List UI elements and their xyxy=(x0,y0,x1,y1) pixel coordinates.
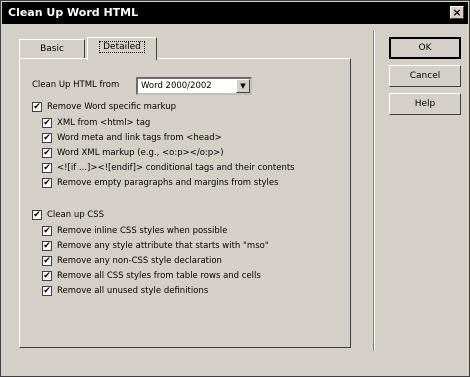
empty-paragraphs-label: Remove empty paragraphs and margins from… xyxy=(57,178,279,188)
remove-inline-css-checkbox[interactable]: ✔ Remove inline CSS styles when possible xyxy=(42,225,227,238)
checkmark-icon[interactable]: ✔ xyxy=(42,256,52,266)
checkmark-icon[interactable]: ✔ xyxy=(32,210,42,220)
remove-non-css-label: Remove any non-CSS style declaration xyxy=(57,256,222,266)
remove-mso-style-checkbox[interactable]: ✔ Remove any style attribute that starts … xyxy=(42,240,269,253)
remove-inline-css-label: Remove inline CSS styles when possible xyxy=(57,226,228,236)
checkmark-icon[interactable]: ✔ xyxy=(32,102,42,112)
help-button[interactable]: Help xyxy=(389,93,461,115)
separator xyxy=(373,31,375,351)
chevron-down-icon[interactable]: ▼ xyxy=(236,79,250,93)
checkmark-icon[interactable]: ✔ xyxy=(42,163,52,173)
word-version-value: Word 2000/2002 xyxy=(141,81,212,91)
remove-unused-styles-checkbox[interactable]: ✔ Remove all unused style definitions xyxy=(42,285,208,298)
clean-up-css-label: Clean up CSS xyxy=(47,210,105,220)
word-xml-markup-checkbox[interactable]: ✔ Word XML markup (e.g., <o:p></o:p>) xyxy=(42,147,224,160)
conditional-tags-checkbox[interactable]: ✔ <![if ...]><![endif]> conditional tags … xyxy=(42,162,295,175)
word-meta-link-label: Word meta and link tags from <head> xyxy=(57,133,222,143)
xml-from-html-label: XML from <html> tag xyxy=(57,118,151,128)
dialog-title: Clean Up Word HTML xyxy=(8,6,139,19)
remove-non-css-checkbox[interactable]: ✔ Remove any non-CSS style declaration xyxy=(42,255,222,268)
checkmark-icon[interactable]: ✔ xyxy=(42,286,52,296)
close-icon[interactable]: × xyxy=(450,6,464,19)
clean-up-css-checkbox[interactable]: ✔ Clean up CSS xyxy=(32,209,104,222)
tab-basic-label: Basic xyxy=(40,44,64,54)
checkmark-icon[interactable]: ✔ xyxy=(42,118,52,128)
conditional-tags-label: <![if ...]><![endif]> conditional tags a… xyxy=(57,163,295,173)
word-xml-markup-label: Word XML markup (e.g., <o:p></o:p>) xyxy=(57,148,224,158)
checkmark-icon[interactable]: ✔ xyxy=(42,271,52,281)
title-bar: Clean Up Word HTML × xyxy=(2,2,468,24)
word-version-select[interactable]: Word 2000/2002 ▼ xyxy=(136,77,252,95)
tab-detailed[interactable]: Detailed xyxy=(87,37,157,60)
tab-basic[interactable]: Basic xyxy=(19,39,85,59)
remove-table-css-checkbox[interactable]: ✔ Remove all CSS styles from table rows a… xyxy=(42,270,261,283)
word-meta-link-checkbox[interactable]: ✔ Word meta and link tags from <head> xyxy=(42,132,222,145)
detailed-panel: Clean Up HTML from Word 2000/2002 ▼ ✔ Rem… xyxy=(19,58,351,348)
checkmark-icon[interactable]: ✔ xyxy=(42,148,52,158)
tab-detailed-label: Detailed xyxy=(99,41,145,53)
remove-word-markup-label: Remove Word specific markup xyxy=(47,102,176,112)
cancel-button[interactable]: Cancel xyxy=(389,65,461,87)
clean-from-label: Clean Up HTML from xyxy=(32,80,120,90)
remove-unused-styles-label: Remove all unused style definitions xyxy=(57,286,209,296)
remove-table-css-label: Remove all CSS styles from table rows an… xyxy=(57,271,261,281)
ok-button[interactable]: OK xyxy=(389,37,461,59)
checkmark-icon[interactable]: ✔ xyxy=(42,133,52,143)
checkmark-icon[interactable]: ✔ xyxy=(42,241,52,251)
remove-mso-style-label: Remove any style attribute that starts w… xyxy=(57,241,269,251)
remove-word-markup-checkbox[interactable]: ✔ Remove Word specific markup xyxy=(32,101,176,114)
checkmark-icon[interactable]: ✔ xyxy=(42,178,52,188)
checkmark-icon[interactable]: ✔ xyxy=(42,226,52,236)
xml-from-html-checkbox[interactable]: ✔ XML from <html> tag xyxy=(42,117,150,130)
empty-paragraphs-checkbox[interactable]: ✔ Remove empty paragraphs and margins fro… xyxy=(42,177,279,190)
clean-up-word-html-dialog: Clean Up Word HTML × Basic Detailed Clea… xyxy=(0,0,470,377)
